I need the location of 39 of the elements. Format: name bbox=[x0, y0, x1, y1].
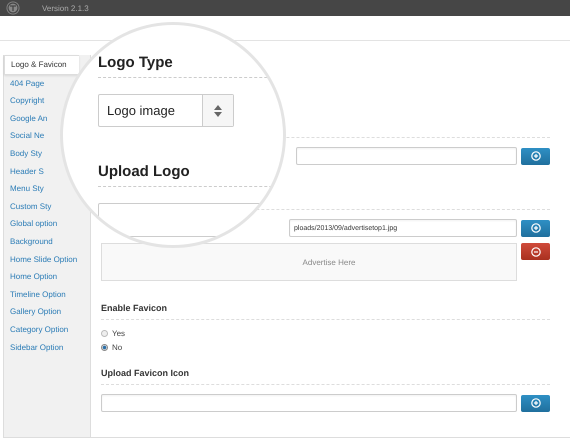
sidebar-tab[interactable]: Sidebar Option bbox=[4, 338, 64, 356]
preview-text: Advertise Here bbox=[302, 258, 356, 266]
sidebar-tab[interactable]: Home Option bbox=[4, 268, 58, 286]
add-button[interactable] bbox=[521, 148, 550, 164]
add-icon bbox=[530, 398, 540, 408]
logo-url-field[interactable] bbox=[296, 147, 517, 165]
favicon-url-field[interactable] bbox=[101, 394, 517, 412]
sort-arrows-icon bbox=[213, 104, 223, 118]
section-heading: Logo Type bbox=[98, 54, 174, 71]
version-label: Version 2.1.3 bbox=[42, 4, 89, 12]
sidebar-tab[interactable]: Logo & Favicon bbox=[4, 55, 79, 75]
sidebar-tab[interactable]: Header S bbox=[4, 162, 44, 180]
section-heading: Upload Logo bbox=[98, 163, 191, 180]
add-icon bbox=[530, 223, 540, 233]
remove-icon bbox=[530, 246, 540, 256]
add-icon bbox=[530, 151, 540, 161]
radio-label: No bbox=[112, 343, 122, 352]
sidebar-tab[interactable]: Body Sty bbox=[4, 144, 42, 163]
section-heading: Upload Favicon Icon bbox=[101, 368, 190, 378]
sidebar-tab[interactable]: Menu Sty bbox=[4, 180, 44, 198]
sidebar-tab[interactable]: Timeline Option bbox=[4, 286, 66, 304]
radio-label: Yes bbox=[112, 329, 126, 338]
remove-button[interactable] bbox=[521, 243, 550, 260]
sidebar-tab[interactable]: Category Option bbox=[4, 320, 68, 338]
sidebar-tab[interactable]: Home Slide Option bbox=[4, 250, 78, 268]
sidebar-tab[interactable]: Custom Sty bbox=[4, 198, 52, 216]
sidebar-tab[interactable]: Social Ne bbox=[4, 127, 44, 145]
sidebar-tab[interactable]: Global option bbox=[4, 215, 58, 233]
sidebar-tab[interactable]: Background bbox=[4, 232, 53, 251]
radio-button[interactable] bbox=[101, 330, 108, 337]
sidebar-tab[interactable]: Google An bbox=[4, 110, 48, 128]
logo-type-select[interactable]: Logo image bbox=[98, 94, 234, 127]
radio-button[interactable] bbox=[101, 344, 108, 351]
sidebar-tab[interactable]: Gallery Option bbox=[4, 303, 62, 321]
add-button[interactable] bbox=[521, 394, 550, 412]
sidebar-tab[interactable]: Copyright bbox=[4, 92, 44, 110]
section-heading: Enable Favicon bbox=[101, 303, 168, 313]
add-button[interactable] bbox=[521, 220, 550, 236]
sidebar-tab[interactable]: 404 Page bbox=[4, 74, 44, 92]
